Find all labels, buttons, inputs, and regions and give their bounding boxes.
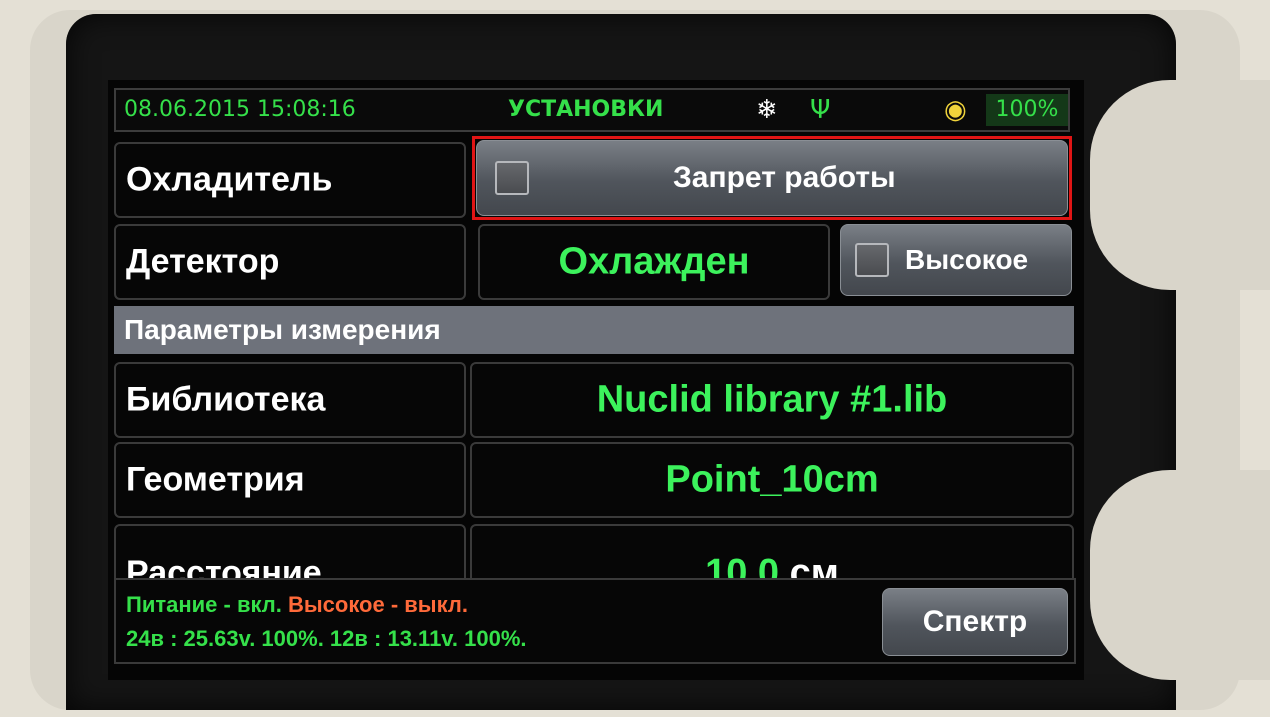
- footer-status-line: Питание - вкл. Высокое - выкл.: [126, 592, 468, 618]
- detector-label: Детектор: [126, 242, 280, 281]
- detector-label-cell: Детектор: [114, 224, 466, 300]
- footer-panel: Питание - вкл. Высокое - выкл. 24в : 25.…: [114, 578, 1076, 664]
- battery-level: 100%: [986, 94, 1068, 126]
- detector-status-cell: Охлажден: [478, 224, 830, 300]
- geometry-label: Геометрия: [126, 460, 305, 499]
- detector-status: Охлажден: [558, 240, 750, 283]
- cooler-label: Охладитель: [126, 160, 333, 199]
- screen: 08.06.2015 15:08:16 УСТАНОВКИ ❄ Ψ ◉ 100%…: [108, 80, 1084, 680]
- cooler-label-cell: Охладитель: [114, 142, 466, 218]
- status-bar: 08.06.2015 15:08:16 УСТАНОВКИ ❄ Ψ ◉ 100%: [114, 88, 1070, 132]
- section-title: Параметры измерения: [114, 306, 1074, 354]
- high-voltage-label: Высокое: [905, 244, 1029, 275]
- selection-highlight: [472, 136, 1072, 220]
- high-voltage-toggle[interactable]: Высокое: [840, 224, 1072, 296]
- snowflake-icon: ❄: [756, 95, 778, 125]
- power-status: Питание - вкл.: [126, 592, 282, 617]
- usb-icon: Ψ: [810, 95, 831, 125]
- library-value-cell[interactable]: Nuclid library #1.lib: [470, 362, 1074, 438]
- high-voltage-checkbox[interactable]: [855, 243, 889, 277]
- voltage-readout: 24в : 25.63v. 100%. 12в : 13.11v. 100%.: [126, 626, 527, 651]
- geometry-value-cell[interactable]: Point_10cm: [470, 442, 1074, 518]
- datetime: 08.06.2015 15:08:16: [124, 97, 356, 122]
- library-label: Библиотека: [126, 380, 326, 419]
- high-voltage-status: Высокое - выкл.: [287, 592, 468, 617]
- geometry-value: Point_10cm: [665, 458, 879, 501]
- screen-title: УСТАНОВКИ: [508, 97, 664, 122]
- sun-icon: ◉: [944, 95, 967, 125]
- library-value: Nuclid library #1.lib: [596, 378, 948, 421]
- spectrum-button[interactable]: Спектр: [882, 588, 1068, 656]
- device-notch-top: [1090, 80, 1270, 290]
- geometry-label-cell: Геометрия: [114, 442, 466, 518]
- device-notch-bottom: [1090, 470, 1270, 680]
- library-label-cell: Библиотека: [114, 362, 466, 438]
- spectrum-button-label: Спектр: [922, 605, 1028, 638]
